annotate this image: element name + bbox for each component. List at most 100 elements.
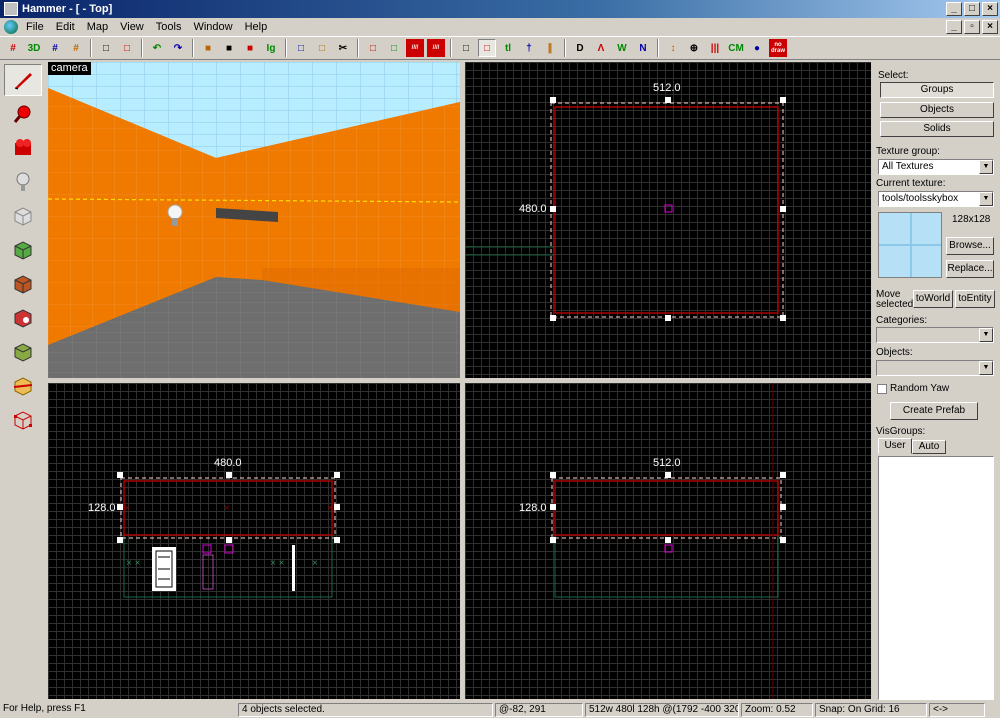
chevron-down-icon: ▼ [979,192,993,206]
menu-edit[interactable]: Edit [50,21,81,33]
select-objects-button[interactable]: Objects [880,102,994,118]
toolbar-separator [450,39,452,57]
toolbar-button-18-icon[interactable]: //// [427,39,445,57]
toolbar-button-10-icon[interactable]: ■ [241,39,259,57]
texture-group-dropdown[interactable]: All Textures ▼ [878,159,994,175]
toolbar-button-28-icon[interactable]: ↕ [664,39,682,57]
apply-texture-tool-icon[interactable] [4,268,42,300]
move-selected-label: selected: [876,299,917,310]
select-groups-button[interactable]: Groups [880,82,994,98]
side-viewport[interactable]: 512.0 128.0 [465,383,871,699]
create-prefab-button[interactable]: Create Prefab [890,402,978,420]
clipping-tool-icon[interactable] [4,370,42,402]
toolbar-button-25-icon[interactable]: Λ [592,39,610,57]
menu-help[interactable]: Help [239,21,274,33]
browse-button[interactable]: Browse... [946,237,994,255]
visgroups-label: VisGroups: [876,426,926,437]
toolbar-button-20-icon[interactable]: □ [478,39,496,57]
magnify-tool-icon[interactable] [4,98,42,130]
toolbar-button-15-icon[interactable]: □ [364,39,382,57]
svg-text:× ×: × × [270,558,285,569]
toolbar-button-4-icon[interactable]: □ [97,39,115,57]
menu-map[interactable]: Map [81,21,114,33]
toolbar-button-21-icon[interactable]: tl [499,39,517,57]
toolbar-button-6-icon[interactable]: ↶ [148,39,166,57]
status-help: For Help, press F1 [3,703,86,714]
visgroups-list[interactable] [878,456,994,700]
texture-group-value: All Textures [882,161,934,172]
toolbar-button-1-icon[interactable]: 3D [25,39,43,57]
entity-tool-icon[interactable] [4,166,42,198]
toolbar-button-23-icon[interactable]: ∥ [541,39,559,57]
toolbar-button-22-icon[interactable]: † [520,39,538,57]
toolbar-button-30-icon[interactable]: ||| [706,39,724,57]
minimize-button[interactable]: _ [946,2,962,16]
selection-tool-icon[interactable] [4,64,42,96]
current-texture-value: tools/toolsskybox [882,193,959,204]
tab-auto[interactable]: Auto [912,440,946,454]
toolbar-button-32-icon[interactable]: ● [748,39,766,57]
toolbar-button-19-icon[interactable]: □ [457,39,475,57]
replace-button[interactable]: Replace... [946,260,994,278]
toolbar-button-5-icon[interactable]: □ [118,39,136,57]
toolbar-button-33-icon[interactable]: no draw [769,39,787,57]
menu-view[interactable]: View [114,21,150,33]
toolbar-button-24-icon[interactable]: D [571,39,589,57]
current-texture-dropdown[interactable]: tools/toolsskybox ▼ [878,191,994,207]
categories-dropdown[interactable]: ▼ [876,327,994,343]
menu-window[interactable]: Window [187,21,238,33]
camera-viewport-label[interactable]: camera [48,62,91,75]
toolbar-button-27-icon[interactable]: N [634,39,652,57]
toolbar-button-14-icon[interactable]: ✂ [334,39,352,57]
mdi-close-button[interactable]: × [982,20,998,34]
front-viewport[interactable]: × × × × × × × × 480.0 128.0 [48,383,460,699]
tab-user[interactable]: User [878,438,912,454]
texture-application-tool-icon[interactable] [4,234,42,266]
object-bar: Select: Groups Objects Solids Texture gr… [874,62,1000,702]
to-entity-button[interactable]: toEntity [955,290,995,308]
toolbar-button-8-icon[interactable]: ■ [199,39,217,57]
status-selection: 4 objects selected. [238,703,493,717]
chevron-down-icon: ▼ [979,160,993,174]
status-zoom: Zoom: 0.52 [741,703,813,717]
block-tool-icon[interactable] [4,200,42,232]
to-world-button[interactable]: toWorld [913,290,953,308]
toolbar-button-0-icon[interactable]: # [4,39,22,57]
menu-file[interactable]: File [20,21,50,33]
toolbar-separator [357,39,359,57]
toolbar-button-2-icon[interactable]: # [46,39,64,57]
toolbar-button-7-icon[interactable]: ↷ [169,39,187,57]
decal-tool-icon[interactable] [4,302,42,334]
mdi-restore-button[interactable]: ▫ [964,20,980,34]
camera-tool-icon[interactable] [4,132,42,164]
current-texture-label: Current texture: [876,178,946,189]
toolbar-button-9-icon[interactable]: ■ [220,39,238,57]
overlay-tool-icon[interactable] [4,336,42,368]
objects-label: Objects: [876,347,913,358]
close-button[interactable]: × [982,2,998,16]
top-height-label: 480.0 [519,203,547,215]
toolbar-button-31-icon[interactable]: CM [727,39,745,57]
menu-tools[interactable]: Tools [150,21,188,33]
toolbar-button-26-icon[interactable]: W [613,39,631,57]
random-yaw-checkbox[interactable] [877,384,887,394]
menu-bar: File Edit Map View Tools Window Help [0,18,1000,36]
toolbar-button-16-icon[interactable]: □ [385,39,403,57]
camera-viewport[interactable]: camera [48,62,460,378]
document-icon[interactable] [4,20,18,34]
select-solids-button[interactable]: Solids [880,121,994,137]
status-coords: @-82, 291 [495,703,583,717]
toolbar-button-29-icon[interactable]: ⊕ [685,39,703,57]
svg-text:×: × [312,558,318,569]
toolbar-button-17-icon[interactable]: //// [406,39,424,57]
toolbar-button-11-icon[interactable]: Ig [262,39,280,57]
vertex-tool-icon[interactable] [4,404,42,436]
toolbar-button-13-icon[interactable]: □ [313,39,331,57]
maximize-button[interactable]: □ [964,2,980,16]
toolbar-button-12-icon[interactable]: □ [292,39,310,57]
objects-dropdown[interactable]: ▼ [876,360,994,376]
mdi-minimize-button[interactable]: _ [946,20,962,34]
top-viewport[interactable]: 512.0 480.0 [465,62,871,378]
toolbar-separator [141,39,143,57]
toolbar-button-3-icon[interactable]: # [67,39,85,57]
